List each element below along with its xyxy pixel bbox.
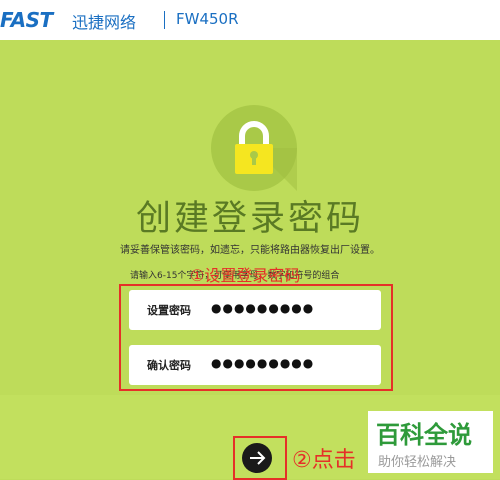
lock-icon [235, 121, 297, 191]
page-title: 创建登录密码 [135, 199, 364, 239]
top-bar: FAST 迅捷网络 FW450R [0, 0, 500, 40]
annotation-step1: ①设置登录密码 [190, 266, 301, 285]
model-name: FW450R [176, 10, 239, 28]
header-divider [164, 11, 165, 29]
watermark-subtitle: 助你轻松解决 [378, 455, 457, 470]
password-field[interactable]: 设置密码 ●●●●●●●●● [129, 290, 381, 330]
password-input[interactable]: ●●●●●●●●● [211, 301, 314, 315]
confirm-password-label: 确认密码 [147, 359, 191, 372]
annotation-step2: ②点击 [292, 448, 356, 473]
brand-name: 迅捷网络 [72, 13, 137, 32]
confirm-password-input[interactable]: ●●●●●●●●● [211, 356, 314, 370]
next-button[interactable] [242, 443, 272, 473]
confirm-password-field[interactable]: 确认密码 ●●●●●●●●● [129, 345, 381, 385]
watermark-title: 百科全说 [376, 421, 472, 449]
lock-badge [211, 105, 297, 191]
fast-logo: FAST [0, 8, 53, 32]
password-hint: 请妥善保管该密码，如遗忘，只能将路由器恢复出厂设置。 [120, 245, 380, 256]
watermark: 百科全说 助你轻松解决 [368, 411, 493, 473]
arrow-right-icon [250, 451, 266, 465]
password-label: 设置密码 [147, 304, 191, 317]
